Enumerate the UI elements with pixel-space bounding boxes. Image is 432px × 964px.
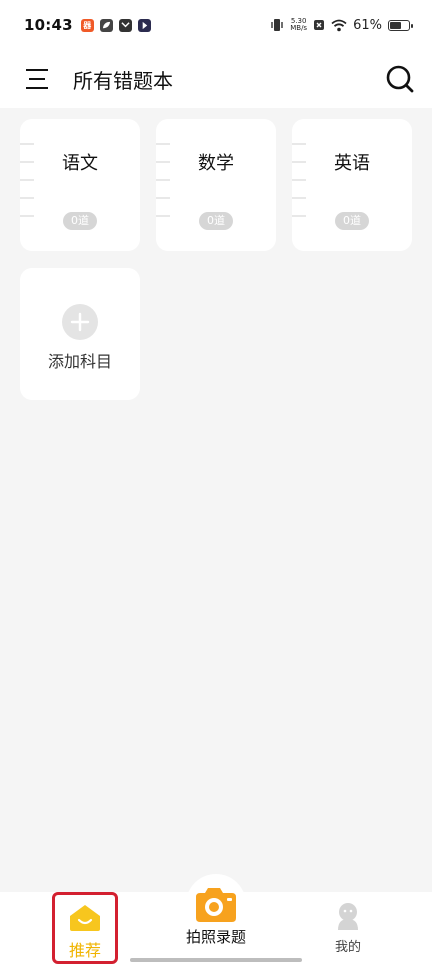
binding-line [20, 143, 34, 145]
mail-app-icon [118, 18, 132, 32]
notebook-card-math[interactable]: 数学 0道 [156, 119, 276, 251]
binding-line [292, 215, 306, 217]
page-title: 所有错题本 [73, 68, 173, 93]
question-count-badge: 0道 [63, 212, 97, 230]
nav-mine-label: 我的 [334, 940, 361, 955]
menu-line-icon [29, 78, 45, 80]
subject-name: 英语 [334, 153, 370, 174]
binding-line [292, 197, 306, 199]
add-subject-label: 添加科目 [47, 352, 112, 371]
home-smile-icon [70, 905, 100, 931]
notebook-card-english[interactable]: 英语 0道 [292, 119, 412, 251]
status-left: 10:43 器 [24, 16, 151, 34]
profile-icon [338, 903, 358, 930]
bottom-nav: 推荐 拍照录题 我的 [0, 874, 432, 964]
question-count-badge: 0道 [335, 212, 369, 230]
add-subject-button[interactable]: 添加科目 [20, 268, 140, 400]
binding-line [156, 179, 170, 181]
nav-mine[interactable]: 我的 [318, 892, 378, 964]
camera-icon [196, 888, 236, 922]
question-count-badge: 0道 [199, 212, 233, 230]
vibrate-icon [271, 19, 283, 31]
nav-camera-label: 拍照录题 [185, 928, 246, 946]
nav-home-label: 推荐 [68, 941, 101, 960]
subject-name: 数学 [198, 153, 234, 174]
menu-line-icon [26, 87, 48, 89]
app-badge-icon: 器 [80, 18, 94, 32]
battery-fill [390, 21, 401, 29]
main-content: 语文 0道 数学 0道 英语 0道 添加科目 [0, 108, 432, 892]
subject-name: 语文 [62, 153, 98, 174]
battery-icon [388, 19, 413, 31]
binding-line [292, 143, 306, 145]
binding-line [156, 215, 170, 217]
play-app-icon [137, 18, 151, 32]
binding-line [156, 197, 170, 199]
binding-line [156, 143, 170, 145]
binding-line [20, 197, 34, 199]
binding-line [20, 179, 34, 181]
wifi-icon [331, 19, 347, 31]
status-bar: 10:43 器 5.30 MB/s 61% [0, 0, 432, 50]
leaf-app-icon [99, 18, 113, 32]
menu-button[interactable] [26, 69, 48, 89]
network-speed: 5.30 MB/s [290, 17, 308, 32]
nav-camera[interactable]: 拍照录题 [170, 888, 262, 964]
app-header: 所有错题本 [0, 50, 432, 108]
binding-line [20, 215, 34, 217]
menu-line-icon [26, 69, 48, 71]
search-icon[interactable] [384, 63, 416, 95]
nav-home[interactable]: 推荐 [52, 892, 118, 964]
binding-line [292, 179, 306, 181]
home-indicator [130, 958, 302, 962]
notebook-card-chinese[interactable]: 语文 0道 [20, 119, 140, 251]
status-time: 10:43 [24, 16, 73, 34]
battery-percent: 61% [353, 17, 382, 33]
no-sim-icon [314, 20, 325, 30]
plus-icon [62, 304, 98, 340]
status-right: 5.30 MB/s 61% [270, 17, 413, 33]
